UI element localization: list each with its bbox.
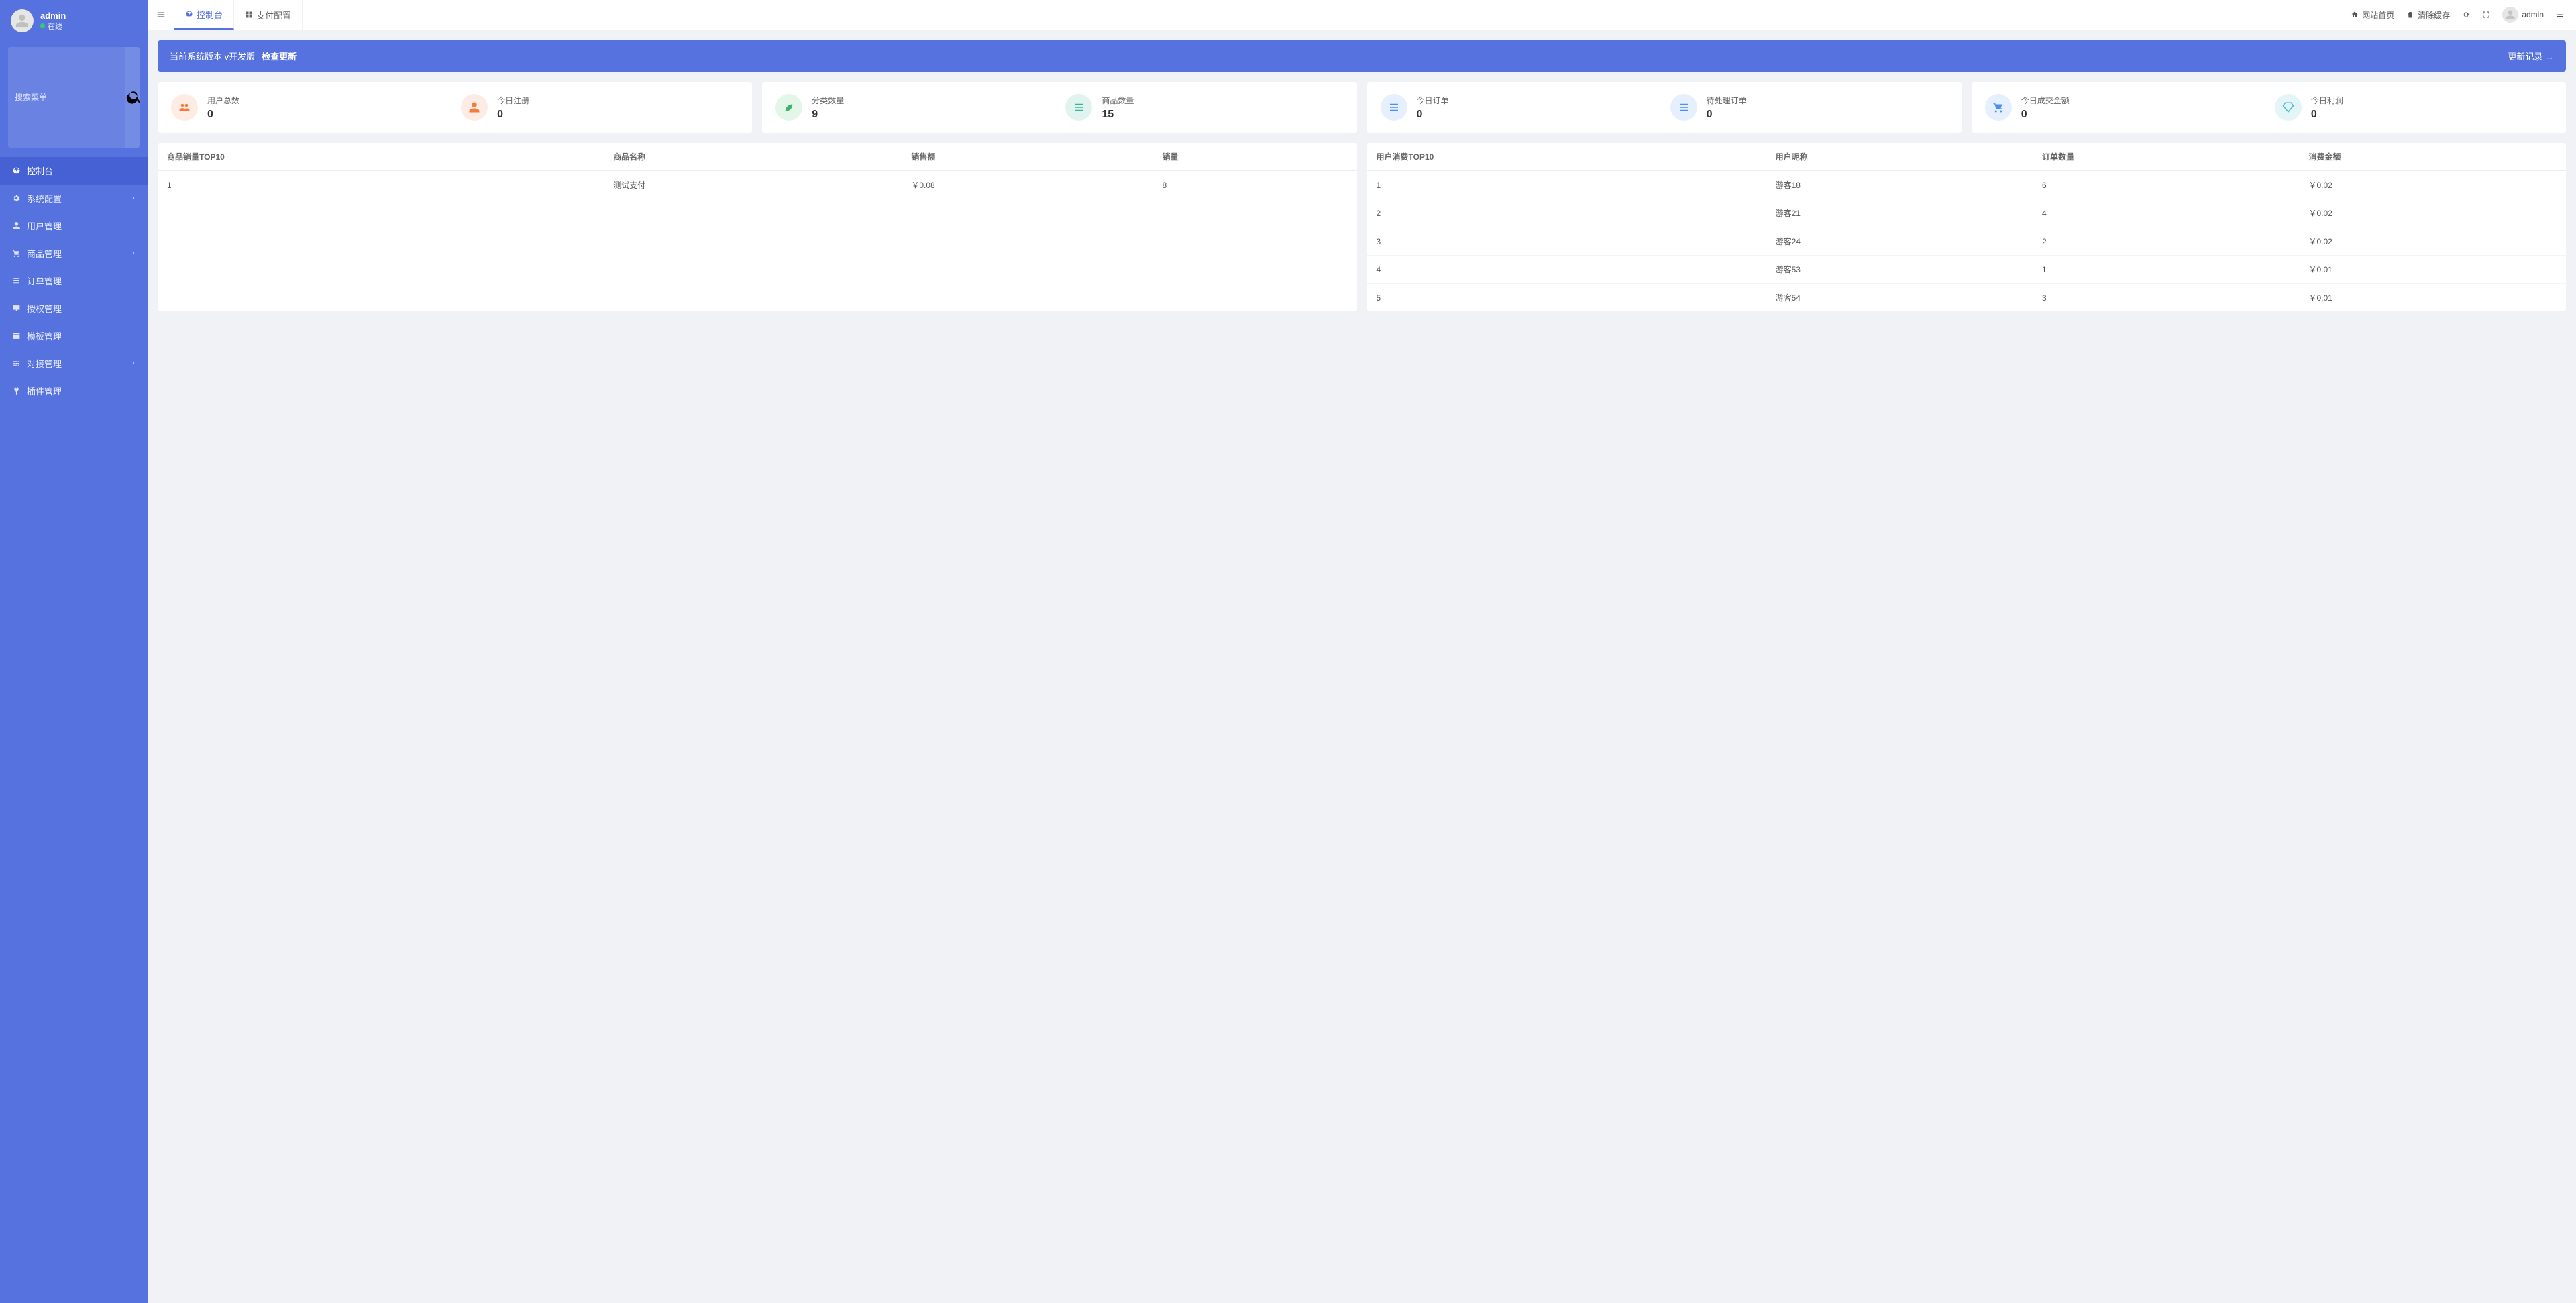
fullscreen-icon <box>2482 11 2490 19</box>
sidebar-item-auth[interactable]: 授权管理 <box>0 295 148 322</box>
list-icon <box>1670 94 1697 121</box>
more-menu[interactable] <box>2556 11 2564 19</box>
column-header: 用户消费TOP10 <box>1367 143 1766 171</box>
update-history-link[interactable]: 更新记录 → <box>2508 50 2554 62</box>
cart-icon <box>1985 94 2012 121</box>
list-icon <box>11 276 21 285</box>
tab-payconfig[interactable]: 支付配置 <box>234 0 303 30</box>
header: 控制台支付配置 网站首页 清除缓存 admin <box>148 0 2576 30</box>
menu-search <box>8 47 140 148</box>
diamond-icon <box>2275 94 2302 121</box>
search-icon <box>125 47 140 148</box>
card-money: 今日成交金额0 今日利润0 <box>1972 82 2566 133</box>
refresh-button[interactable] <box>2462 11 2470 19</box>
status-dot-icon <box>40 23 45 28</box>
column-header: 商品名称 <box>604 143 902 171</box>
sidebar-item-plugins[interactable]: 插件管理 <box>0 377 148 405</box>
user-status: 在线 <box>40 21 66 32</box>
sidebar-item-label: 对接管理 <box>27 357 62 370</box>
sidebar-item-label: 系统配置 <box>27 192 62 205</box>
sidebar-item-templates[interactable]: 模板管理 <box>0 322 148 350</box>
chevron-icon <box>130 193 137 203</box>
sidebar-item-users[interactable]: 用户管理 <box>0 212 148 240</box>
card-products: 分类数量9 商品数量15 <box>762 82 1356 133</box>
consume-top10-panel: 用户消费TOP10用户昵称订单数量消费金额 1游客186￥0.022游客214￥… <box>1367 143 2567 311</box>
avatar <box>11 9 34 32</box>
home-icon <box>2351 11 2359 19</box>
users-icon <box>171 94 198 121</box>
sidebar-item-label: 控制台 <box>27 164 53 177</box>
column-header: 销量 <box>1152 143 1356 171</box>
table-row: 1测试支付￥0.088 <box>158 171 1357 199</box>
table-row: 5游客543￥0.01 <box>1367 284 2567 312</box>
leaf-icon <box>775 94 802 121</box>
table-row: 3游客242￥0.02 <box>1367 227 2567 256</box>
table-row: 2游客214￥0.02 <box>1367 199 2567 227</box>
check-update-link[interactable]: 检查更新 <box>262 50 297 62</box>
site-home-link[interactable]: 网站首页 <box>2351 9 2394 21</box>
sidebar-item-label: 模板管理 <box>27 329 62 342</box>
column-header: 用户昵称 <box>1766 143 2033 171</box>
plug-icon <box>11 386 21 395</box>
sales-top10-panel: 商品销量TOP10商品名称销售额销量 1测试支付￥0.088 <box>158 143 1357 311</box>
sidebar: admin 在线 控制台系统配置用户管理商品管理订单管理授权管理模板管理对接管理… <box>0 0 148 1303</box>
gear-icon <box>11 194 21 203</box>
table-row: 1游客186￥0.02 <box>1367 171 2567 199</box>
fullscreen-button[interactable] <box>2482 11 2490 19</box>
list-icon <box>1065 94 1092 121</box>
table-row: 4游客531￥0.01 <box>1367 256 2567 284</box>
sidebar-item-dashboard[interactable]: 控制台 <box>0 157 148 185</box>
sidebar-user[interactable]: admin 在线 <box>0 0 148 42</box>
sliders-icon <box>11 359 21 368</box>
version-banner: 当前系统版本 v开发版 检查更新 更新记录 → <box>158 40 2566 72</box>
user-name: admin <box>40 11 66 21</box>
sidebar-item-label: 授权管理 <box>27 302 62 315</box>
list-icon <box>1381 94 1407 121</box>
sidebar-item-orders[interactable]: 订单管理 <box>0 267 148 295</box>
user-icon <box>11 221 21 230</box>
window-icon <box>11 331 21 340</box>
column-header: 订单数量 <box>2033 143 2299 171</box>
card-orders: 今日订单0 待处理订单0 <box>1367 82 1962 133</box>
sidebar-toggle[interactable] <box>148 0 174 30</box>
column-header: 消费金额 <box>2300 143 2567 171</box>
sidebar-item-system[interactable]: 系统配置 <box>0 185 148 212</box>
cart-icon <box>11 249 21 258</box>
sidebar-item-label: 插件管理 <box>27 384 62 397</box>
content: 当前系统版本 v开发版 检查更新 更新记录 → 用户总数0 今日注册0 <box>148 30 2576 1303</box>
chevron-icon <box>130 358 137 368</box>
sidebar-item-label: 用户管理 <box>27 219 62 232</box>
tabs: 控制台支付配置 <box>174 0 303 30</box>
version-text: 当前系统版本 v开发版 <box>170 50 255 62</box>
clear-cache-button[interactable]: 清除缓存 <box>2406 9 2450 21</box>
trash-icon <box>2406 11 2414 19</box>
sidebar-item-dock[interactable]: 对接管理 <box>0 350 148 377</box>
sidebar-item-label: 商品管理 <box>27 247 62 260</box>
search-input[interactable] <box>8 47 125 148</box>
chevron-icon <box>130 248 137 258</box>
sidebar-item-products[interactable]: 商品管理 <box>0 240 148 267</box>
sales-table: 商品销量TOP10商品名称销售额销量 1测试支付￥0.088 <box>158 143 1357 199</box>
bars-icon <box>2556 11 2564 19</box>
tab-dashboard[interactable]: 控制台 <box>174 0 234 30</box>
desktop-icon <box>11 304 21 313</box>
card-users: 用户总数0 今日注册0 <box>158 82 752 133</box>
sidebar-item-label: 订单管理 <box>27 274 62 287</box>
refresh-icon <box>2462 11 2470 19</box>
sidebar-menu: 控制台系统配置用户管理商品管理订单管理授权管理模板管理对接管理插件管理 <box>0 153 148 1303</box>
grid-icon <box>245 11 253 19</box>
column-header: 销售额 <box>902 143 1152 171</box>
header-user[interactable]: admin <box>2502 7 2544 23</box>
avatar-icon <box>2502 7 2518 23</box>
bars-icon <box>156 10 166 19</box>
search-button[interactable] <box>125 47 140 148</box>
dashboard-icon <box>185 10 193 18</box>
dashboard-icon <box>11 166 21 175</box>
column-header: 商品销量TOP10 <box>158 143 604 171</box>
stat-cards: 用户总数0 今日注册0 分类数量9 商品数量15 <box>158 82 2566 133</box>
consume-table: 用户消费TOP10用户昵称订单数量消费金额 1游客186￥0.022游客214￥… <box>1367 143 2567 311</box>
user-icon <box>461 94 488 121</box>
